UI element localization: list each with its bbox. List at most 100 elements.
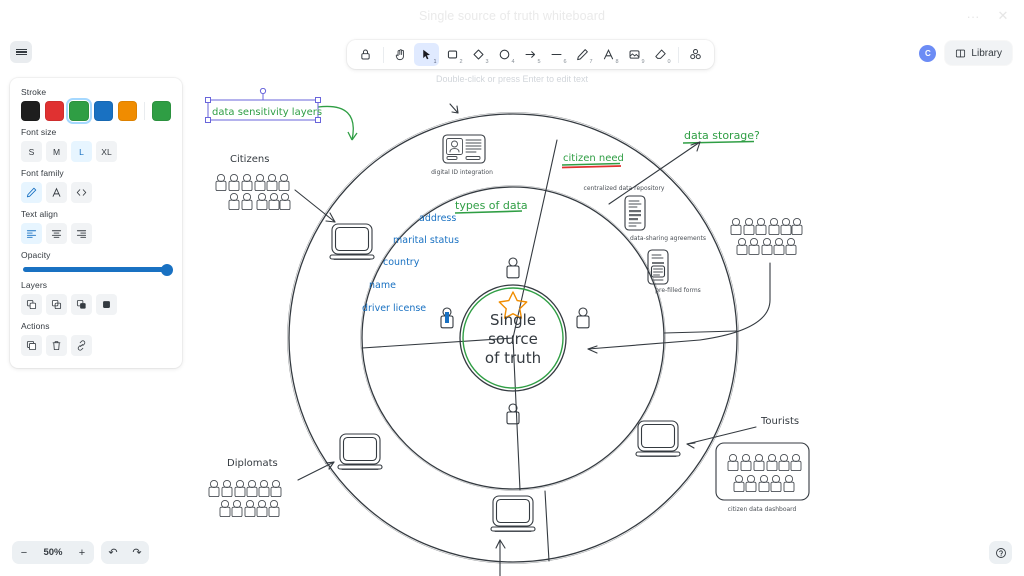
duplicate-button[interactable] (21, 335, 42, 356)
stroke-swatch-red[interactable] (45, 101, 65, 121)
font-size-m[interactable]: M (46, 141, 67, 162)
opacity-slider-knob[interactable] (161, 263, 173, 276)
font-family-handdrawn[interactable] (21, 182, 42, 203)
center-line-2: source (488, 330, 538, 348)
tool-key: 5 (537, 58, 541, 65)
undo-button[interactable]: ↶ (101, 541, 125, 564)
align-center-icon (51, 230, 62, 238)
data-type-0: address (419, 213, 456, 224)
right-people (730, 217, 803, 256)
tool-ellipse[interactable]: 4 (492, 43, 517, 66)
layers-group (21, 294, 171, 315)
repository-icon (624, 195, 646, 231)
align-right-icon (76, 230, 87, 238)
image-icon (629, 50, 640, 59)
text-align-right[interactable] (71, 223, 92, 244)
tool-more-shapes[interactable] (683, 43, 708, 66)
footer-controls: − 50% + ↶ ↷ (12, 541, 149, 564)
menu-icon-line (15, 48, 27, 50)
tool-text[interactable]: 8 (596, 43, 621, 66)
zoom-in-button[interactable]: + (70, 541, 94, 564)
diplomats-people (208, 479, 282, 518)
zoom-out-button[interactable]: − (12, 541, 36, 564)
stroke-swatch-black[interactable] (21, 101, 41, 121)
tool-image[interactable]: 9 (622, 43, 647, 66)
selected-text-element[interactable]: data sensitivity layers (205, 87, 327, 131)
tool-arrow[interactable]: 5 (518, 43, 543, 66)
send-backward-button[interactable] (46, 294, 67, 315)
font-family-normal[interactable] (46, 182, 67, 203)
library-book-icon (956, 49, 966, 57)
zoom-level[interactable]: 50% (36, 547, 70, 558)
bring-forward-button[interactable] (71, 294, 92, 315)
font-family-code[interactable] (71, 182, 92, 203)
label-tourists: Tourists (760, 416, 799, 427)
actions-label: Actions (21, 321, 50, 331)
caption-prefilled-forms: pre-filled forms (655, 287, 701, 294)
more-options-button[interactable]: ··· (960, 4, 986, 28)
monitor-right (635, 420, 681, 458)
tool-rectangle[interactable]: 2 (440, 43, 465, 66)
letter-a-icon (52, 187, 61, 197)
caption-digital-id: digital ID integration (431, 169, 493, 176)
delete-button[interactable] (46, 335, 67, 356)
top-right-controls: C Library (919, 41, 1012, 65)
tool-draw[interactable]: 7 (570, 43, 595, 66)
stroke-swatch-green[interactable] (66, 98, 92, 124)
rectangle-icon (447, 50, 458, 59)
tool-key: 9 (641, 58, 645, 65)
hand-icon (395, 49, 404, 61)
data-type-1: marital status (393, 235, 459, 246)
inner-person-left (440, 307, 454, 329)
link-button[interactable] (71, 335, 92, 356)
font-size-xl[interactable]: XL (96, 141, 117, 162)
text-align-center[interactable] (46, 223, 67, 244)
tool-selection[interactable]: 1 (414, 43, 439, 66)
history-group: ↶ ↷ (101, 541, 149, 564)
send-to-back-button[interactable] (21, 294, 42, 315)
label-diplomats: Diplomats (227, 458, 278, 469)
heading-types-of-data: types of data (455, 199, 528, 212)
tool-key: 3 (485, 58, 489, 65)
tool-eraser[interactable]: 0 (648, 43, 673, 66)
arrow-icon (525, 51, 536, 58)
text-align-left[interactable] (21, 223, 42, 244)
caption-data-sharing: data-sharing agreements (630, 235, 706, 242)
stroke-swatch-blue[interactable] (93, 101, 113, 121)
library-button[interactable]: Library (945, 41, 1012, 65)
citizen-dashboard (715, 442, 810, 501)
citizens-people (215, 173, 291, 211)
menu-button[interactable] (10, 41, 32, 63)
bring-forward-icon (76, 299, 86, 309)
pencil-icon (26, 187, 37, 198)
font-size-s[interactable]: S (21, 141, 42, 162)
digital-id-icon (442, 134, 486, 164)
font-size-group: S M L XL (21, 141, 171, 162)
tool-lock[interactable] (353, 43, 378, 66)
help-button[interactable] (989, 541, 1012, 564)
selected-text-content: data sensitivity layers (212, 107, 322, 118)
bring-to-front-button[interactable] (96, 294, 117, 315)
tool-diamond[interactable]: 3 (466, 43, 491, 66)
caption-centralized-repo: centralized data repository (584, 185, 665, 192)
redo-button[interactable]: ↷ (125, 541, 149, 564)
data-type-3: name (369, 280, 396, 291)
opacity-slider[interactable] (23, 263, 173, 276)
tool-hand[interactable] (388, 43, 413, 66)
heading-citizen-need: citizen need (563, 153, 624, 164)
shapes-icon (690, 49, 701, 60)
actions-group (21, 335, 171, 356)
stroke-swatch-orange[interactable] (117, 101, 137, 121)
eraser-icon (655, 49, 666, 59)
swatch-divider (143, 102, 145, 120)
close-button[interactable]: ✕ (990, 4, 1016, 28)
text-icon (603, 48, 614, 60)
font-family-label: Font family (21, 168, 64, 178)
font-size-l[interactable]: L (71, 141, 92, 162)
excalidraw-app: .ink { fill:none; stroke:#343a40; stroke… (0, 0, 1024, 576)
current-stroke-color[interactable] (151, 101, 171, 121)
menu-icon-line (15, 53, 27, 56)
font-size-label: Font size (21, 127, 57, 137)
tool-line[interactable]: 6 (544, 43, 569, 66)
user-avatar[interactable]: C (919, 44, 937, 62)
